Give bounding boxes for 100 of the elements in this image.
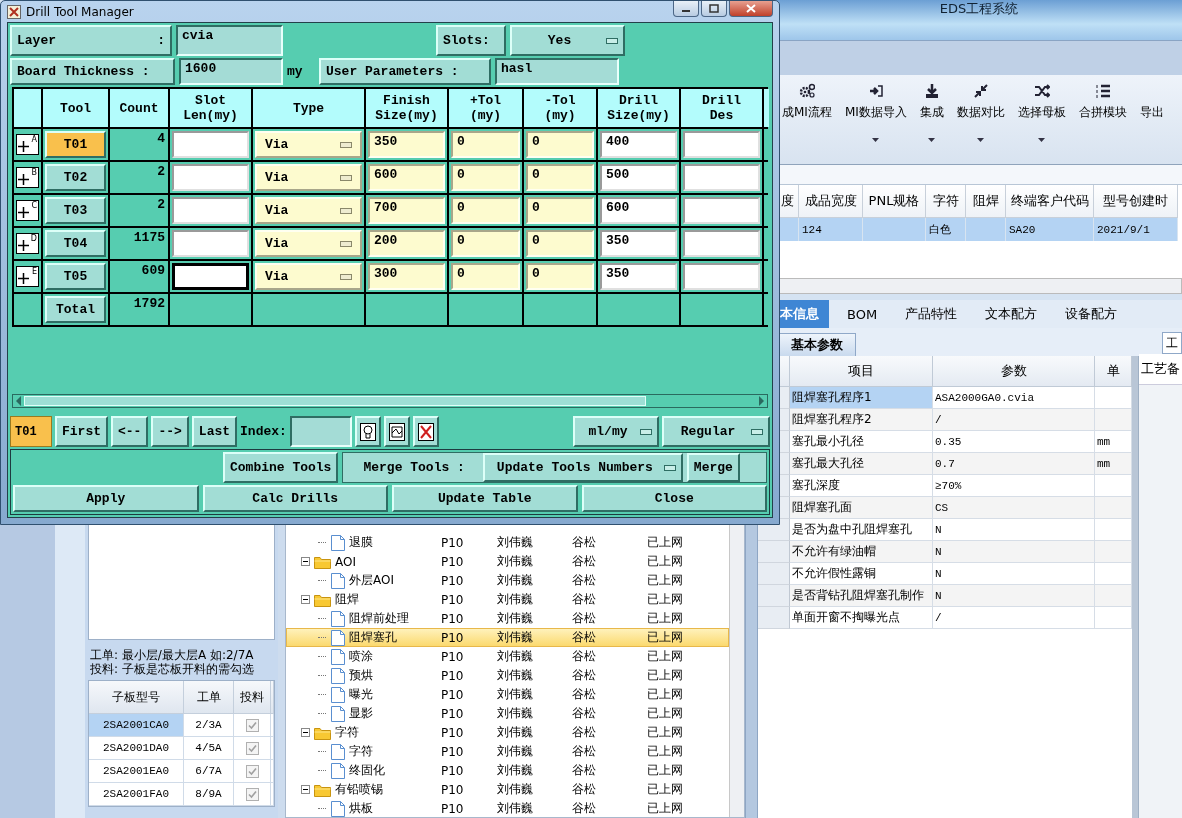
table-cell[interactable]: 2SA2001EA0 [89, 760, 184, 783]
table-cell[interactable]: 2SA2001DA0 [89, 737, 184, 760]
tree-item[interactable]: 阻焊 P10 刘伟巍 谷松 已上网 [286, 590, 729, 609]
close-dialog-button[interactable]: Close [581, 485, 767, 512]
tree-item[interactable]: 曝光 P10 刘伟巍 谷松 已上网 [286, 685, 729, 704]
drill-size-field[interactable]: 350 [600, 230, 677, 257]
units-dropdown[interactable]: ml/my [573, 416, 659, 447]
tab[interactable]: 设备配方 [1055, 300, 1128, 328]
drill-des-field[interactable] [683, 164, 760, 191]
drill-size-field[interactable]: 350 [600, 263, 677, 290]
tree-item[interactable]: 终固化 P10 刘伟巍 谷松 已上网 [286, 761, 729, 780]
merge-button[interactable]: Merge [686, 453, 740, 482]
tree-item[interactable]: 显影 P10 刘伟巍 谷松 已上网 [286, 704, 729, 723]
tool-button[interactable]: T02 [45, 164, 106, 191]
toolbar-item[interactable]: 选择母板 [1017, 83, 1066, 164]
tab[interactable]: 文本配方 [975, 300, 1048, 328]
tab[interactable]: 产品特性 [895, 300, 968, 328]
image-button[interactable] [383, 416, 410, 447]
delete-button[interactable] [412, 416, 439, 447]
table-cell[interactable]: 阻焊塞孔程序1 [790, 387, 933, 409]
slot-length-field[interactable] [172, 263, 249, 290]
finish-size-field[interactable]: 350 [368, 131, 445, 158]
plus-tolerance-field[interactable]: 0 [451, 131, 520, 158]
table-cell[interactable]: 阻焊塞孔程序2 [790, 409, 933, 431]
type-dropdown[interactable]: Via [255, 263, 362, 290]
expand-button[interactable]: B [16, 167, 39, 188]
table-cell[interactable]: 阻焊塞孔面 [790, 497, 933, 519]
drill-des-field[interactable] [683, 230, 760, 257]
drill-size-field[interactable]: 400 [600, 131, 677, 158]
tree-item[interactable]: 有铅喷锡 P10 刘伟巍 谷松 已上网 [286, 780, 729, 799]
minus-tolerance-field[interactable]: 0 [526, 230, 594, 257]
slot-length-field[interactable] [172, 164, 249, 191]
tree-item[interactable]: 喷涂 P10 刘伟巍 谷松 已上网 [286, 647, 729, 666]
drill-size-field[interactable]: 600 [600, 197, 677, 224]
drill-des-field[interactable] [683, 197, 760, 224]
update-table-button[interactable]: Update Table [392, 485, 578, 512]
calc-drills-button[interactable]: Calc Drills [202, 485, 388, 512]
total-button[interactable]: Total [45, 296, 106, 323]
type-dropdown[interactable]: Via [255, 230, 362, 257]
checkbox[interactable] [245, 764, 259, 778]
combine-tools-button[interactable]: Combine Tools [223, 452, 339, 483]
toolbar-item[interactable]: 数据对比 [956, 83, 1005, 164]
tree-item[interactable]: 外层AOI P10 刘伟巍 谷松 已上网 [286, 571, 729, 590]
maximize-button[interactable] [701, 1, 727, 17]
tool-button[interactable]: T05 [45, 263, 106, 290]
close-button[interactable] [729, 1, 773, 17]
toolbar-item[interactable]: 成MI流程 [782, 83, 832, 164]
tool-button[interactable]: T01 [45, 131, 106, 158]
minus-tolerance-field[interactable]: 0 [526, 263, 594, 290]
expand-button[interactable]: C [16, 200, 39, 221]
type-dropdown[interactable]: Via [255, 164, 362, 191]
tree-item[interactable]: 阻焊前处理 P10 刘伟巍 谷松 已上网 [286, 609, 729, 628]
minus-tolerance-field[interactable]: 0 [526, 131, 594, 158]
tree-item[interactable]: 字符 P10 刘伟巍 谷松 已上网 [286, 742, 729, 761]
table-cell[interactable]: 不允许有绿油帽 [790, 541, 933, 563]
table-cell[interactable]: 是否背钻孔阻焊塞孔制作 [790, 585, 933, 607]
finish-size-field[interactable]: 700 [368, 197, 445, 224]
last-button[interactable]: Last [191, 416, 238, 447]
finish-size-field[interactable]: 600 [368, 164, 445, 191]
tool-button[interactable]: T04 [45, 230, 106, 257]
tree-item[interactable]: AOI P10 刘伟巍 谷松 已上网 [286, 552, 729, 571]
tree-item[interactable]: 预烘 P10 刘伟巍 谷松 已上网 [286, 666, 729, 685]
table-cell[interactable]: 2SA2001FA0 [89, 783, 184, 806]
slot-length-field[interactable] [172, 197, 249, 224]
expand-button[interactable]: D [16, 233, 39, 254]
previous-button[interactable]: <-- [111, 416, 149, 447]
toolbar-item[interactable]: 合拼模块 [1078, 83, 1127, 164]
layer-field[interactable]: cvia [176, 25, 283, 56]
tree-item[interactable]: 字符 P10 刘伟巍 谷松 已上网 [286, 723, 729, 742]
expand-button[interactable]: A [16, 134, 39, 155]
collapse-icon[interactable] [301, 785, 310, 794]
collapse-icon[interactable] [301, 728, 310, 737]
subtab[interactable]: 基本参数 [778, 333, 856, 356]
table-cell[interactable]: 塞孔最大孔径 [790, 453, 933, 475]
side-tab[interactable]: 工 [1162, 332, 1182, 354]
minus-tolerance-field[interactable]: 0 [526, 197, 594, 224]
collapse-icon[interactable] [301, 557, 310, 566]
toolbar-item[interactable]: 集成 [919, 83, 944, 164]
finish-size-field[interactable]: 200 [368, 230, 445, 257]
tool-button[interactable]: T03 [45, 197, 106, 224]
plus-tolerance-field[interactable]: 0 [451, 263, 520, 290]
toolbar-item[interactable]: 导出 [1139, 83, 1164, 164]
plus-tolerance-field[interactable]: 0 [451, 164, 520, 191]
checkbox[interactable] [245, 741, 259, 755]
drill-des-field[interactable] [683, 263, 760, 290]
minimize-button[interactable] [673, 1, 699, 17]
user-parameters-button[interactable]: User Parameters : [319, 58, 491, 85]
tree-item[interactable]: 烘板 P10 刘伟巍 谷松 已上网 [286, 799, 729, 817]
type-dropdown[interactable]: Via [255, 131, 362, 158]
index-field[interactable] [289, 416, 352, 447]
plus-tolerance-field[interactable]: 0 [451, 230, 520, 257]
slots-dropdown[interactable]: Yes [510, 25, 625, 56]
checkbox[interactable] [245, 787, 259, 801]
checkbox[interactable] [245, 718, 259, 732]
thickness-field[interactable]: 1600 [179, 58, 283, 85]
lightbulb-button[interactable] [354, 416, 381, 447]
mode-dropdown[interactable]: Regular [662, 416, 770, 447]
first-button[interactable]: First [55, 416, 108, 447]
collapse-icon[interactable] [301, 595, 310, 604]
toolbar-item[interactable]: MI数据导入 [844, 83, 907, 164]
